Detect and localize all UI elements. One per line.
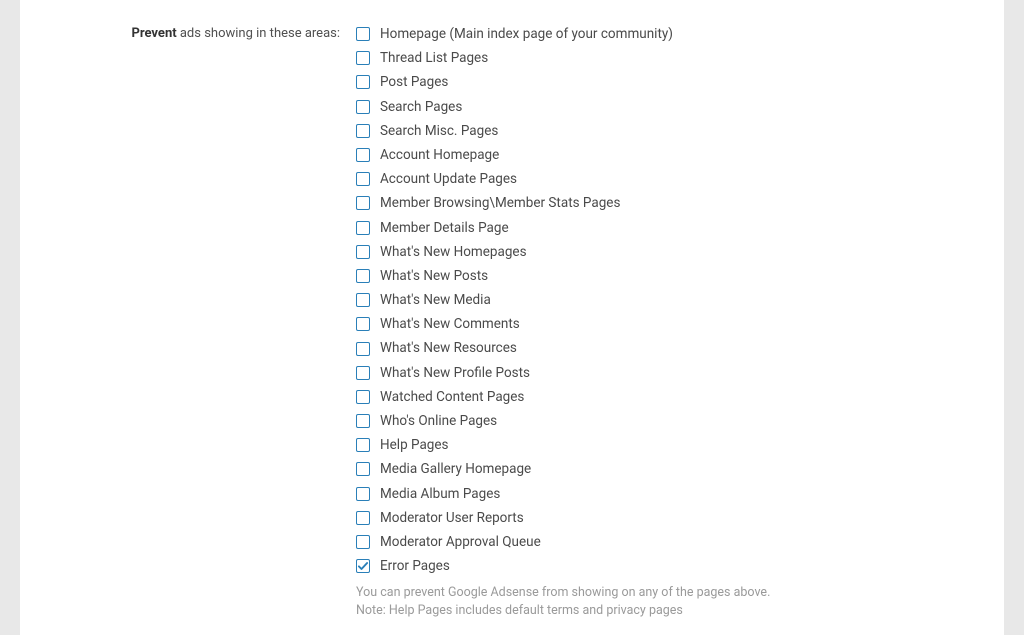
checkbox-help-pages[interactable] xyxy=(356,438,370,452)
option-label: What's New Profile Posts xyxy=(380,365,530,381)
hint-line-1: You can prevent Google Adsense from show… xyxy=(356,584,984,602)
option-label: Search Pages xyxy=(380,99,462,115)
option-whats-new-media[interactable]: What's New Media xyxy=(356,288,984,312)
option-error-pages[interactable]: Error Pages xyxy=(356,554,984,578)
option-media-album-pages[interactable]: Media Album Pages xyxy=(356,482,984,506)
checkbox-watched-content-pages[interactable] xyxy=(356,390,370,404)
option-label: What's New Homepages xyxy=(380,244,527,260)
checkbox-member-details-page[interactable] xyxy=(356,221,370,235)
option-label: Member Browsing\Member Stats Pages xyxy=(380,195,620,211)
hint-line-2: Note: Help Pages includes default terms … xyxy=(356,602,984,620)
checkbox-error-pages[interactable] xyxy=(356,559,370,573)
checkbox-post-pages[interactable] xyxy=(356,75,370,89)
option-label: Account Homepage xyxy=(380,147,499,163)
checkbox-homepage[interactable] xyxy=(356,27,370,41)
option-label: Media Album Pages xyxy=(380,486,500,502)
option-label: Search Misc. Pages xyxy=(380,123,498,139)
options-list: Homepage (Main index page of your commun… xyxy=(356,22,984,578)
setting-hint: You can prevent Google Adsense from show… xyxy=(356,584,984,620)
option-moderator-approval-queue[interactable]: Moderator Approval Queue xyxy=(356,530,984,554)
option-whats-new-resources[interactable]: What's New Resources xyxy=(356,336,984,360)
option-member-browsing-stats[interactable]: Member Browsing\Member Stats Pages xyxy=(356,191,984,215)
checkbox-whats-new-comments[interactable] xyxy=(356,317,370,331)
option-whats-new-homepages[interactable]: What's New Homepages xyxy=(356,240,984,264)
option-label: Who's Online Pages xyxy=(380,413,497,429)
checkbox-whats-new-resources[interactable] xyxy=(356,342,370,356)
checkbox-whos-online-pages[interactable] xyxy=(356,414,370,428)
checkbox-search-misc-pages[interactable] xyxy=(356,124,370,138)
checkbox-whats-new-homepages[interactable] xyxy=(356,245,370,259)
option-thread-list-pages[interactable]: Thread List Pages xyxy=(356,46,984,70)
option-label: Post Pages xyxy=(380,74,448,90)
checkbox-whats-new-media[interactable] xyxy=(356,293,370,307)
option-media-gallery-homepage[interactable]: Media Gallery Homepage xyxy=(356,457,984,481)
option-label: What's New Media xyxy=(380,292,491,308)
option-label: What's New Comments xyxy=(380,316,520,332)
setting-label: Prevent ads showing in these areas: xyxy=(20,22,356,625)
checkbox-thread-list-pages[interactable] xyxy=(356,51,370,65)
option-help-pages[interactable]: Help Pages xyxy=(356,433,984,457)
page-background: Prevent ads showing in these areas: Home… xyxy=(0,0,1024,635)
option-whats-new-profile-posts[interactable]: What's New Profile Posts xyxy=(356,361,984,385)
option-label: Thread List Pages xyxy=(380,50,488,66)
checkbox-account-update-pages[interactable] xyxy=(356,172,370,186)
checkbox-search-pages[interactable] xyxy=(356,100,370,114)
setting-label-strong: Prevent xyxy=(131,26,176,41)
checkbox-moderator-user-reports[interactable] xyxy=(356,511,370,525)
setting-label-rest: ads showing in these areas: xyxy=(177,26,340,41)
option-label: Account Update Pages xyxy=(380,171,517,187)
settings-panel: Prevent ads showing in these areas: Home… xyxy=(20,0,1004,635)
checkbox-media-gallery-homepage[interactable] xyxy=(356,462,370,476)
option-label: Member Details Page xyxy=(380,220,509,236)
checkbox-moderator-approval-queue[interactable] xyxy=(356,535,370,549)
option-label: Error Pages xyxy=(380,558,450,574)
checkbox-whats-new-posts[interactable] xyxy=(356,269,370,283)
option-whats-new-comments[interactable]: What's New Comments xyxy=(356,312,984,336)
option-label: Moderator User Reports xyxy=(380,510,524,526)
checkbox-media-album-pages[interactable] xyxy=(356,487,370,501)
option-label: Help Pages xyxy=(380,437,449,453)
setting-field: Homepage (Main index page of your commun… xyxy=(356,22,1004,625)
option-post-pages[interactable]: Post Pages xyxy=(356,70,984,94)
option-whos-online-pages[interactable]: Who's Online Pages xyxy=(356,409,984,433)
option-account-homepage[interactable]: Account Homepage xyxy=(356,143,984,167)
checkbox-account-homepage[interactable] xyxy=(356,148,370,162)
option-homepage[interactable]: Homepage (Main index page of your commun… xyxy=(356,22,984,46)
option-label: What's New Resources xyxy=(380,340,517,356)
option-label: Watched Content Pages xyxy=(380,389,524,405)
option-label: What's New Posts xyxy=(380,268,488,284)
option-watched-content-pages[interactable]: Watched Content Pages xyxy=(356,385,984,409)
option-search-pages[interactable]: Search Pages xyxy=(356,95,984,119)
option-label: Homepage (Main index page of your commun… xyxy=(380,26,673,42)
checkbox-whats-new-profile-posts[interactable] xyxy=(356,366,370,380)
option-search-misc-pages[interactable]: Search Misc. Pages xyxy=(356,119,984,143)
option-member-details-page[interactable]: Member Details Page xyxy=(356,216,984,240)
option-whats-new-posts[interactable]: What's New Posts xyxy=(356,264,984,288)
option-account-update-pages[interactable]: Account Update Pages xyxy=(356,167,984,191)
checkbox-member-browsing-stats[interactable] xyxy=(356,196,370,210)
option-label: Media Gallery Homepage xyxy=(380,461,531,477)
option-label: Moderator Approval Queue xyxy=(380,534,541,550)
option-moderator-user-reports[interactable]: Moderator User Reports xyxy=(356,506,984,530)
